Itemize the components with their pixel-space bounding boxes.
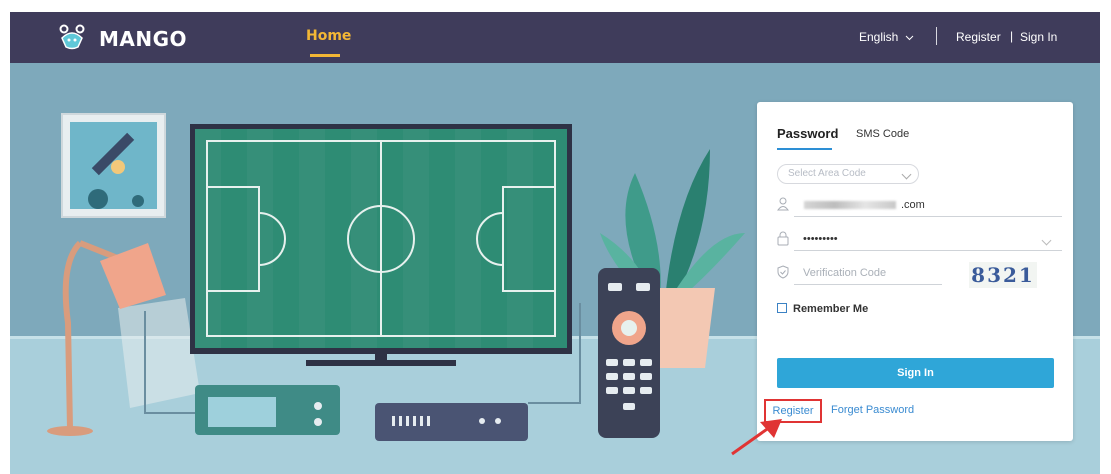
brand-name[interactable]: MANGO xyxy=(99,27,187,51)
verification-placeholder: Verification Code xyxy=(803,267,887,279)
television xyxy=(190,124,572,366)
chevron-down-icon[interactable] xyxy=(1041,235,1052,246)
area-code-select[interactable]: Select Area Code xyxy=(777,164,919,184)
arrow-annotation-icon xyxy=(731,419,782,456)
chevron-down-icon xyxy=(905,35,914,41)
nav-separator: | xyxy=(1010,29,1014,43)
login-card: Password SMS Code Select Area Code .com … xyxy=(757,102,1073,441)
active-tab-indicator xyxy=(777,148,832,150)
user-icon xyxy=(777,197,789,211)
router-device xyxy=(375,403,528,441)
captcha-image[interactable]: 8321 xyxy=(969,262,1037,288)
language-selector[interactable]: English xyxy=(859,30,914,44)
remote-control xyxy=(598,268,660,438)
satellite-picture-frame xyxy=(61,113,166,218)
top-navbar: MANGO Home English Register | Sign In xyxy=(10,12,1100,63)
nav-register-link[interactable]: Register xyxy=(956,30,1001,44)
nav-active-indicator xyxy=(310,54,340,57)
area-code-placeholder: Select Area Code xyxy=(788,168,866,179)
chevron-down-icon xyxy=(901,169,912,180)
nav-sign-in-link[interactable]: Sign In xyxy=(1020,30,1057,44)
nav-divider xyxy=(936,27,937,45)
lock-icon xyxy=(777,231,789,246)
field-underline xyxy=(794,250,1062,251)
tab-sms-code[interactable]: SMS Code xyxy=(856,128,909,140)
remember-me-label: Remember Me xyxy=(793,303,869,315)
language-label: English xyxy=(859,30,899,44)
email-value: .com xyxy=(901,199,925,211)
redacted-email xyxy=(804,201,896,209)
remember-me-checkbox[interactable]: Remember Me xyxy=(777,303,868,315)
set-top-box xyxy=(195,385,340,435)
password-value: ••••••••• xyxy=(803,233,838,245)
tab-password[interactable]: Password xyxy=(777,126,838,141)
sign-in-button[interactable]: Sign In xyxy=(777,358,1054,388)
nav-home-link[interactable]: Home xyxy=(306,28,351,44)
forget-password-link[interactable]: Forget Password xyxy=(831,404,914,416)
password-field[interactable]: ••••••••• xyxy=(777,229,1062,251)
shield-icon xyxy=(777,265,789,279)
checkbox-icon xyxy=(777,303,787,313)
email-field[interactable]: .com xyxy=(777,195,1062,217)
field-underline xyxy=(794,284,942,285)
mango-logo-icon[interactable] xyxy=(58,24,86,50)
field-underline xyxy=(794,216,1062,217)
